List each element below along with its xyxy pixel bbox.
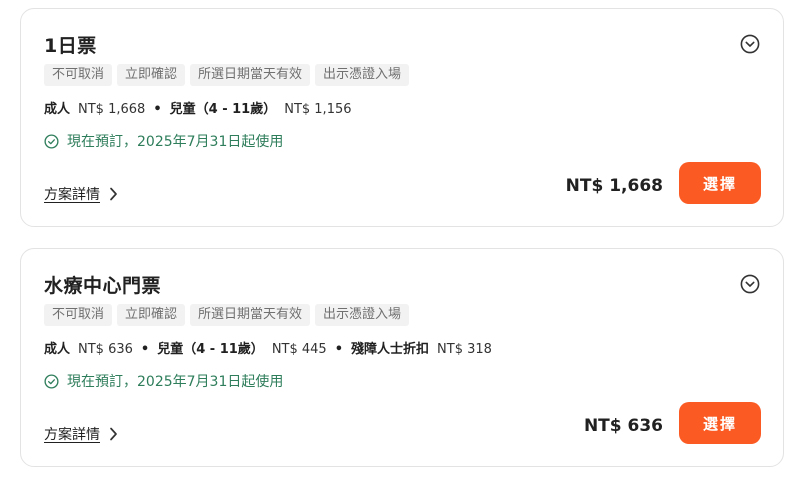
price-breakdown: 成人 NT$ 636 • 兒童（4 - 11歲） NT$ 445 • 殘障人士折扣 NT$ 3… [44,338,492,357]
price-label-adult: 成人 [44,342,71,357]
price-separator: • [334,342,344,357]
chevron-down-icon[interactable] [740,34,760,54]
availability-status: 現在預訂，2025年7月31日起使用 [44,131,283,151]
price-label-child: 兒童（4 - 11歲） [157,342,264,357]
price-separator: • [140,342,150,357]
details-label: 方案詳情 [44,187,100,203]
price-value-child: NT$ 445 [271,342,327,357]
price-value-adult: NT$ 636 [78,342,133,357]
price-value-disability: NT$ 318 [437,342,492,357]
availability-text: 現在預訂，2025年7月31日起使用 [67,134,284,150]
tag-valid-date: 所選日期當天有效 [190,64,311,86]
select-button[interactable]: 選擇 [679,162,761,204]
tag-valid-date: 所選日期當天有效 [190,304,311,326]
select-button[interactable]: 選擇 [679,402,761,444]
tag-list: 不可取消 立即確認 所選日期當天有效 出示憑證入場 [44,64,410,86]
tag-list: 不可取消 立即確認 所選日期當天有效 出示憑證入場 [44,304,410,326]
tag-non-refundable: 不可取消 [44,304,113,326]
availability-status: 現在預訂，2025年7月31日起使用 [44,371,283,391]
price-label-adult: 成人 [44,102,71,117]
chevron-down-icon[interactable] [740,274,760,294]
chevron-right-icon [110,187,117,201]
details-label: 方案詳情 [44,427,100,443]
price-separator: • [153,102,162,117]
package-details-link[interactable]: 方案詳情 [44,424,118,444]
tag-instant-confirm: 立即確認 [117,64,186,86]
check-circle-icon [44,133,59,149]
price-value-child: NT$ 1,156 [284,102,352,117]
total-price: NT$ 1,668 [565,176,663,196]
package-title: 水療中心門票 [44,275,162,297]
total-price: NT$ 636 [583,416,663,436]
chevron-right-icon [110,427,117,441]
tag-non-refundable: 不可取消 [44,64,113,86]
tag-show-voucher: 出示憑證入場 [315,64,410,86]
package-card-2: 水療中心門票 不可取消 立即確認 所選日期當天有效 出示憑證入場 成人 NT$ 6… [20,248,784,467]
package-card-1: 1日票 不可取消 立即確認 所選日期當天有效 出示憑證入場 成人 NT$ 1,66… [20,8,784,227]
availability-text: 現在預訂，2025年7月31日起使用 [67,374,284,390]
package-title: 1日票 [44,35,97,57]
package-details-link[interactable]: 方案詳情 [44,184,118,204]
tag-instant-confirm: 立即確認 [117,304,186,326]
price-value-adult: NT$ 1,668 [78,102,146,117]
price-label-disability: 殘障人士折扣 [351,342,430,357]
check-circle-icon [44,373,59,389]
tag-show-voucher: 出示憑證入場 [315,304,410,326]
price-breakdown: 成人 NT$ 1,668 • 兒童（4 - 11歲） NT$ 1,156 [44,98,352,117]
price-label-child: 兒童（4 - 11歲） [169,102,277,117]
